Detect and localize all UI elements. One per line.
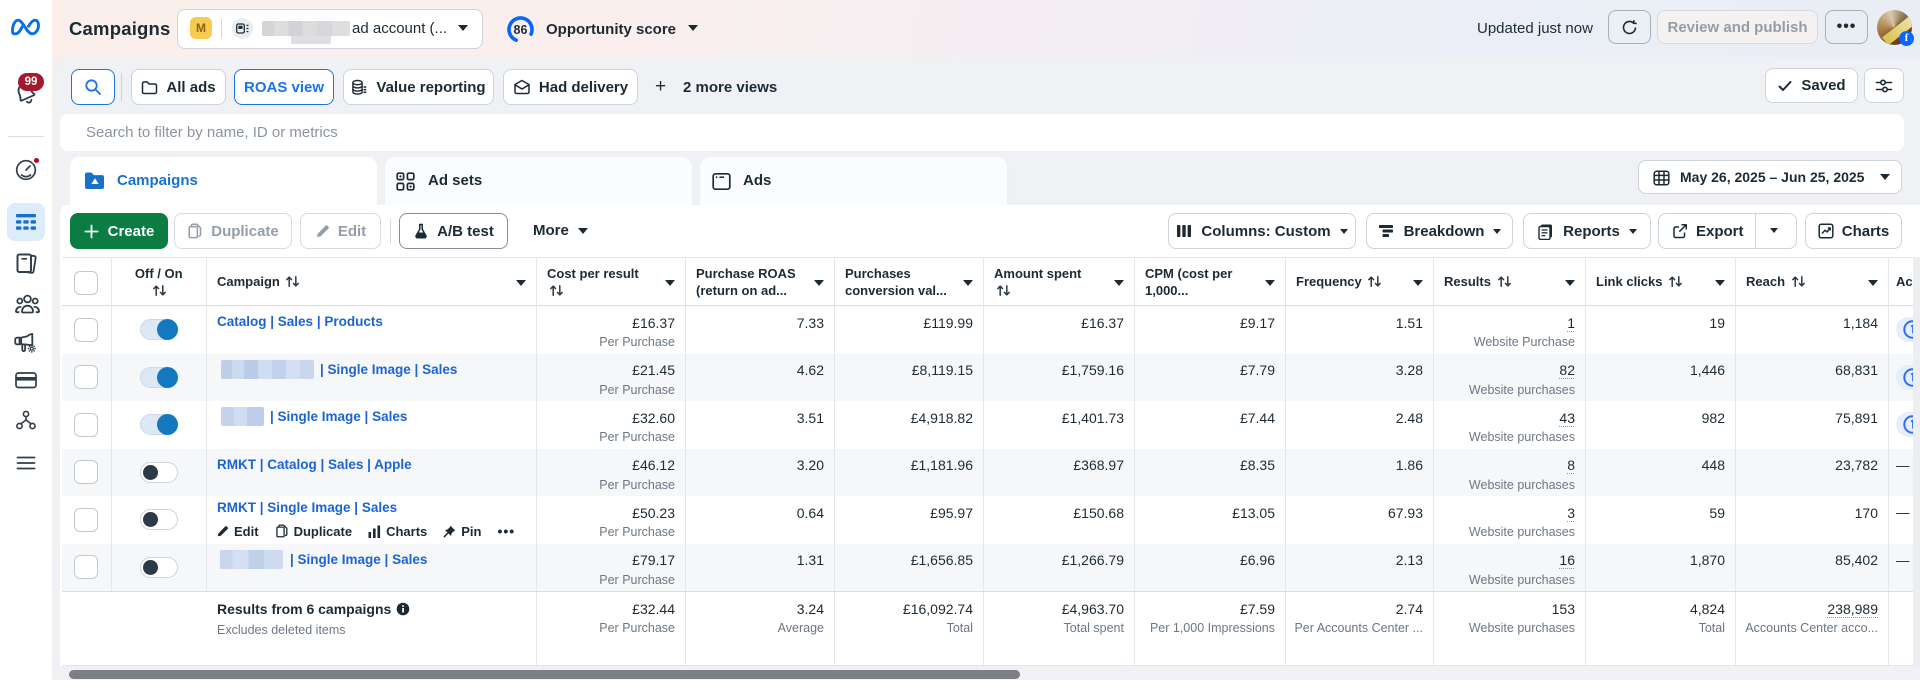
- svg-text:86: 86: [514, 23, 528, 37]
